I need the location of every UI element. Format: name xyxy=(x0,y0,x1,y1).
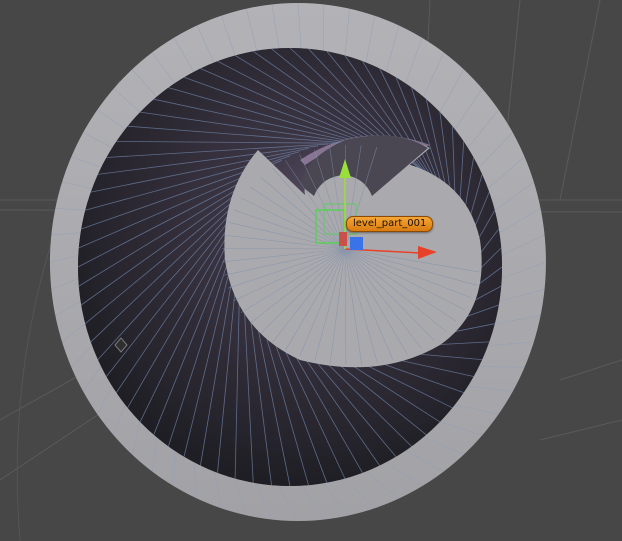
gizmo-center[interactable] xyxy=(339,232,347,246)
gizmo-z-handle[interactable] xyxy=(350,237,363,250)
scene-canvas[interactable] xyxy=(0,0,622,541)
selected-object-label[interactable]: level_part_001 xyxy=(346,216,434,232)
scene-viewport[interactable]: level_part_001 xyxy=(0,0,622,541)
